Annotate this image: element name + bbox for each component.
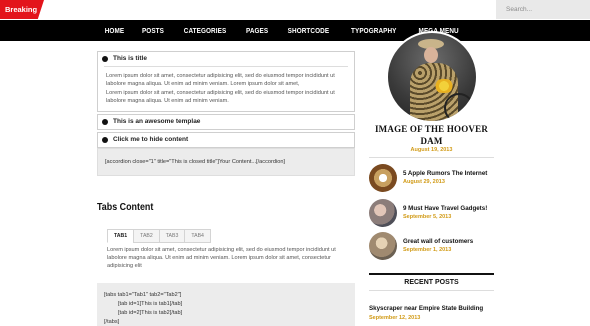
accordion-header[interactable]: This is an awesome templae — [98, 115, 354, 129]
accordion-header[interactable]: Click me to hide content — [98, 133, 354, 147]
post-title[interactable]: 5 Apple Rumors The Internet — [403, 170, 487, 177]
accordion-header[interactable]: This is title — [98, 52, 354, 66]
bicycle-wheel-shape — [444, 93, 474, 121]
nav-item-posts[interactable]: POSTS — [136, 26, 170, 35]
post-date: August 29, 2013 — [403, 179, 445, 185]
accordion-item: This is an awesome templae — [97, 114, 355, 130]
search-box[interactable] — [496, 0, 590, 19]
nav-item-pages[interactable]: PAGES — [240, 26, 274, 35]
breaking-news-label: Breaking — [0, 0, 44, 19]
accordion-paragraph: Lorem ipsum dolor sit amet, consectetur … — [106, 90, 335, 104]
recent-posts-heading: RECENT POSTS — [369, 273, 494, 291]
nav-item-home[interactable]: HOME — [99, 26, 130, 35]
post-date: September 5, 2013 — [403, 214, 452, 220]
post-thumbnail[interactable] — [369, 232, 397, 260]
tab-content: Lorem ipsum dolor sit amet, consectetur … — [107, 247, 336, 269]
featured-date: August 19, 2013 — [410, 147, 453, 153]
top-bar: Breaking — [0, 0, 590, 19]
accordion-item: This is title Lorem ipsum dolor sit amet… — [97, 51, 355, 112]
recent-post-date: September 12, 2013 — [369, 315, 421, 321]
featured-image[interactable] — [386, 31, 478, 123]
tab-4[interactable]: TAB4 — [184, 229, 211, 243]
tabs-nav: TAB1 TAB2 TAB3 TAB4 — [107, 229, 355, 243]
bullet-icon — [102, 118, 108, 125]
post-thumbnail[interactable] — [369, 199, 397, 227]
list-item[interactable]: Great wall of customers September 1, 201… — [369, 232, 494, 262]
post-title[interactable]: Great wall of customers — [403, 238, 473, 245]
bullet-icon — [102, 136, 108, 143]
tabs-shortcode: [tabs tab1="Tab1" tab2="Tab2"] [tab id=1… — [97, 283, 355, 326]
code-line: [tab id=2]This is tab2[/tab] — [118, 310, 183, 316]
featured-title[interactable]: IMAGE OF THE HOOVER DAM — [369, 123, 494, 147]
recent-post-title[interactable]: Skyscraper near Empire State Building — [369, 305, 483, 312]
nav-item-categories[interactable]: CATEGORIES — [178, 26, 232, 35]
code-line: [tabs tab1="Tab1" tab2="Tab2"] — [104, 292, 182, 298]
nav-item-shortcode[interactable]: SHORTCODE — [282, 26, 335, 35]
post-thumbnail[interactable] — [369, 164, 397, 192]
search-input[interactable] — [496, 0, 590, 19]
code-line: [tab id=1]This is tab1[/tab] — [118, 301, 183, 307]
face-shape — [424, 47, 438, 63]
accordion-shortcode: [accordion close="1" title="This is clos… — [97, 148, 355, 176]
code-line: [/tabs] — [104, 319, 120, 325]
post-date: September 1, 2013 — [403, 247, 452, 253]
tab-2[interactable]: TAB2 — [133, 229, 159, 243]
accordion-item: Click me to hide content — [97, 132, 355, 148]
list-item[interactable]: 5 Apple Rumors The Internet August 29, 2… — [369, 164, 494, 194]
accordion-title: This is title — [113, 55, 147, 62]
accordion-title: This is an awesome templae — [113, 118, 201, 125]
post-title[interactable]: 9 Must Have Travel Gadgets! — [403, 205, 487, 212]
accordion-body: Lorem ipsum dolor sit amet, consectetur … — [104, 66, 348, 111]
accordion-paragraph: Lorem ipsum dolor sit amet, consectetur … — [106, 73, 335, 87]
flowers-shape — [432, 79, 456, 93]
bullet-icon — [102, 55, 108, 62]
section-title: Tabs Content — [97, 201, 154, 213]
main-content: This is title Lorem ipsum dolor sit amet… — [97, 41, 355, 326]
nav-item-typography[interactable]: TYPOGRAPHY — [345, 26, 402, 35]
accordion-title: Click me to hide content — [113, 136, 189, 143]
divider — [369, 157, 494, 158]
tab-3[interactable]: TAB3 — [158, 229, 185, 243]
tab-1[interactable]: TAB1 — [107, 229, 134, 243]
list-item[interactable]: 9 Must Have Travel Gadgets! September 5,… — [369, 199, 494, 229]
main-nav: HOME POSTS CATEGORIES PAGES SHORTCODE TY… — [0, 20, 590, 41]
